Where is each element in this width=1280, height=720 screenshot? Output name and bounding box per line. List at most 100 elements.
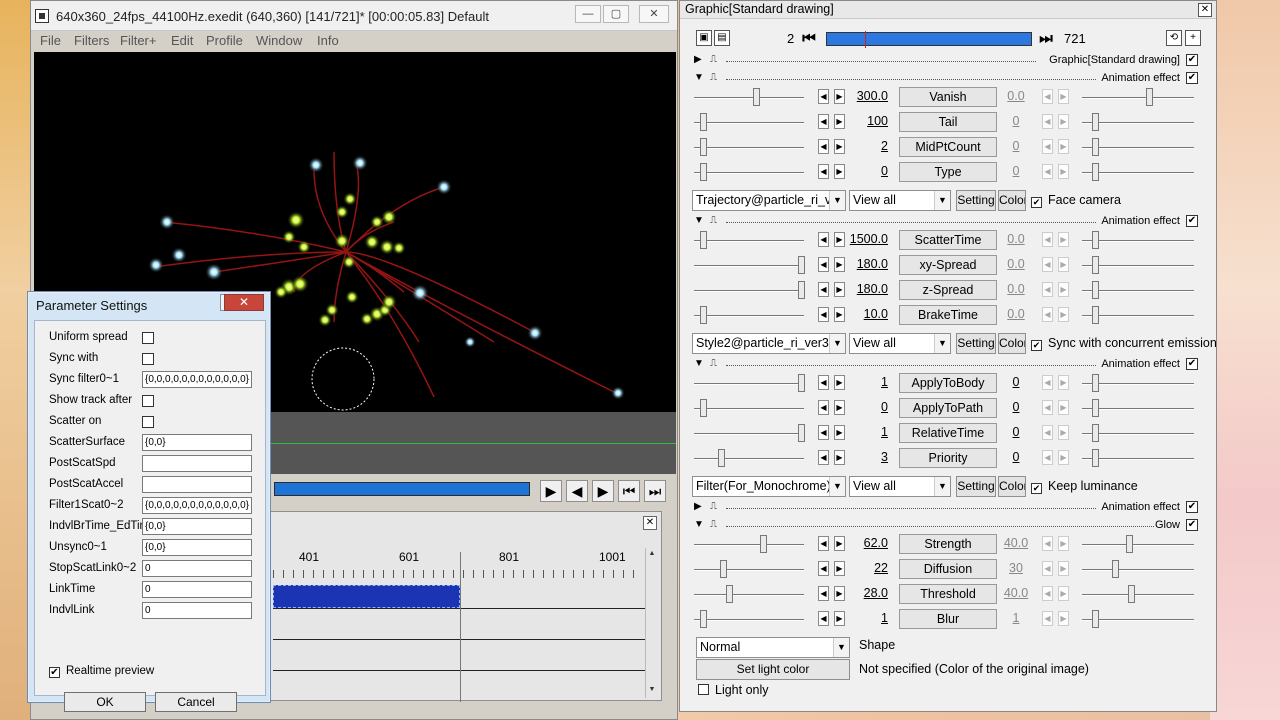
param-input[interactable]: {0,0} — [142, 518, 252, 535]
menu-info[interactable]: Info — [317, 33, 339, 48]
menu-window[interactable]: Window — [256, 33, 302, 48]
link-icon[interactable]: ⟲ — [1166, 30, 1182, 46]
end-value[interactable]: 0.0 — [997, 89, 1035, 103]
left-slider-knob[interactable] — [700, 306, 707, 324]
start-value[interactable]: 0 — [838, 164, 888, 178]
start-value[interactable]: 1 — [838, 425, 888, 439]
start-value[interactable]: 100 — [838, 114, 888, 128]
start-value[interactable]: 3 — [838, 450, 888, 464]
script-select[interactable]: Filter(For_Monochrome) ▼ — [692, 476, 846, 497]
decrease-arrow-icon[interactable]: ◀ — [818, 375, 829, 390]
parameter-name-button[interactable]: Vanish — [899, 87, 997, 107]
left-slider-track[interactable] — [694, 147, 804, 149]
decrease-arrow-icon[interactable]: ◀ — [818, 450, 829, 465]
color-button[interactable]: Color — [998, 333, 1026, 354]
right-slider-knob[interactable] — [1092, 138, 1099, 156]
left-slider-track[interactable] — [694, 569, 804, 571]
option-checkbox-box[interactable]: ✔ — [1031, 197, 1042, 208]
decrease-arrow-icon[interactable]: ◀ — [818, 307, 829, 322]
param-input[interactable]: {0,0} — [142, 434, 252, 451]
camera-icon[interactable]: ▣ — [696, 30, 712, 46]
right-slider-knob[interactable] — [1128, 585, 1135, 603]
start-value[interactable]: 62.0 — [838, 536, 888, 550]
left-slider-knob[interactable] — [798, 424, 805, 442]
end-value[interactable]: 1 — [997, 611, 1035, 625]
expand-triangle-icon[interactable]: ▼ — [694, 215, 704, 226]
left-slider-knob[interactable] — [798, 374, 805, 392]
add-filter-icon[interactable]: + — [1185, 30, 1201, 46]
left-slider-track[interactable] — [694, 122, 804, 124]
decrease-arrow-icon[interactable]: ◀ — [818, 536, 829, 551]
end-value[interactable]: 0 — [997, 425, 1035, 439]
section-enable-checkbox[interactable]: ✔ — [1186, 72, 1198, 84]
end-value[interactable]: 0 — [997, 400, 1035, 414]
view-select[interactable]: View all ▼ — [849, 190, 951, 211]
start-value[interactable]: 1 — [838, 375, 888, 389]
scroll-down-icon[interactable]: ▼ — [647, 686, 657, 696]
start-value[interactable]: 1 — [838, 611, 888, 625]
left-slider-track[interactable] — [694, 265, 804, 267]
setting-button[interactable]: Setting — [956, 333, 996, 354]
realtime-preview-checkbox[interactable]: ✔ — [49, 667, 60, 678]
parameter-name-button[interactable]: ScatterTime — [899, 230, 997, 250]
end-value[interactable]: 40.0 — [997, 536, 1035, 550]
parameter-name-button[interactable]: RelativeTime — [899, 423, 997, 443]
right-slider-knob[interactable] — [1092, 374, 1099, 392]
end-value[interactable]: 0.0 — [997, 282, 1035, 296]
expand-triangle-icon[interactable]: ▶ — [694, 501, 702, 512]
end-value[interactable]: 40.0 — [997, 586, 1035, 600]
section-enable-checkbox[interactable]: ✔ — [1186, 501, 1198, 513]
decrease-arrow-icon[interactable]: ◀ — [818, 139, 829, 154]
start-value[interactable]: 28.0 — [838, 586, 888, 600]
right-slider-knob[interactable] — [1092, 424, 1099, 442]
section-enable-checkbox[interactable]: ✔ — [1186, 519, 1198, 531]
param-input[interactable]: {0,0} — [142, 539, 252, 556]
end-value[interactable]: 30 — [997, 561, 1035, 575]
left-slider-track[interactable] — [694, 408, 804, 410]
ok-button[interactable]: OK — [64, 692, 146, 712]
jump-end-icon[interactable]: ⏭ — [1037, 31, 1055, 47]
option-checkbox[interactable]: ✔ Sync with concurrent emission — [1031, 336, 1217, 351]
start-value[interactable]: 10.0 — [838, 307, 888, 321]
parameter-name-button[interactable]: Threshold — [899, 584, 997, 604]
left-slider-knob[interactable] — [798, 281, 805, 299]
param-input[interactable]: 0 — [142, 602, 252, 619]
right-slider-knob[interactable] — [1092, 610, 1099, 628]
menu-edit[interactable]: Edit — [171, 33, 193, 48]
jump-start-icon[interactable]: ⏮ — [800, 31, 818, 47]
view-select[interactable]: View all ▼ — [849, 333, 951, 354]
graphic-close-icon[interactable]: ✕ — [1198, 3, 1212, 17]
left-slider-knob[interactable] — [700, 399, 707, 417]
param-checkbox[interactable] — [142, 416, 154, 428]
left-slider-track[interactable] — [694, 97, 804, 99]
prev-frame-icon[interactable]: ◀ — [566, 480, 588, 502]
close-icon[interactable]: ✕ — [639, 5, 669, 23]
play-icon[interactable]: ▶ — [540, 480, 562, 502]
timeline-scrollbar[interactable]: ▲ ▼ — [645, 548, 657, 698]
start-value[interactable]: 2 — [838, 139, 888, 153]
timeline-close-icon[interactable]: ✕ — [643, 516, 657, 530]
right-slider-track[interactable] — [1082, 544, 1194, 546]
setting-button[interactable]: Setting — [956, 476, 996, 497]
left-slider-knob[interactable] — [760, 535, 767, 553]
parameter-name-button[interactable]: Diffusion — [899, 559, 997, 579]
left-slider-track[interactable] — [694, 290, 804, 292]
cancel-button[interactable]: Cancel — [155, 692, 237, 712]
section-enable-checkbox[interactable]: ✔ — [1186, 358, 1198, 370]
right-slider-knob[interactable] — [1092, 113, 1099, 131]
go-start-icon[interactable]: ⏮ — [618, 480, 640, 502]
section-enable-checkbox[interactable]: ✔ — [1186, 215, 1198, 227]
section-enable-checkbox[interactable]: ✔ — [1186, 54, 1198, 66]
decrease-arrow-icon[interactable]: ◀ — [818, 164, 829, 179]
maximize-icon[interactable]: ▢ — [603, 5, 629, 23]
object-icon[interactable]: ▤ — [714, 30, 730, 46]
right-slider-track[interactable] — [1082, 569, 1194, 571]
timeline-clip[interactable] — [273, 585, 460, 608]
end-value[interactable]: 0 — [997, 375, 1035, 389]
start-value[interactable]: 22 — [838, 561, 888, 575]
right-slider-knob[interactable] — [1092, 163, 1099, 181]
right-slider-knob[interactable] — [1092, 449, 1099, 467]
minimize-icon[interactable]: — — [575, 5, 601, 23]
start-value[interactable]: 300.0 — [838, 89, 888, 103]
left-slider-track[interactable] — [694, 619, 804, 621]
